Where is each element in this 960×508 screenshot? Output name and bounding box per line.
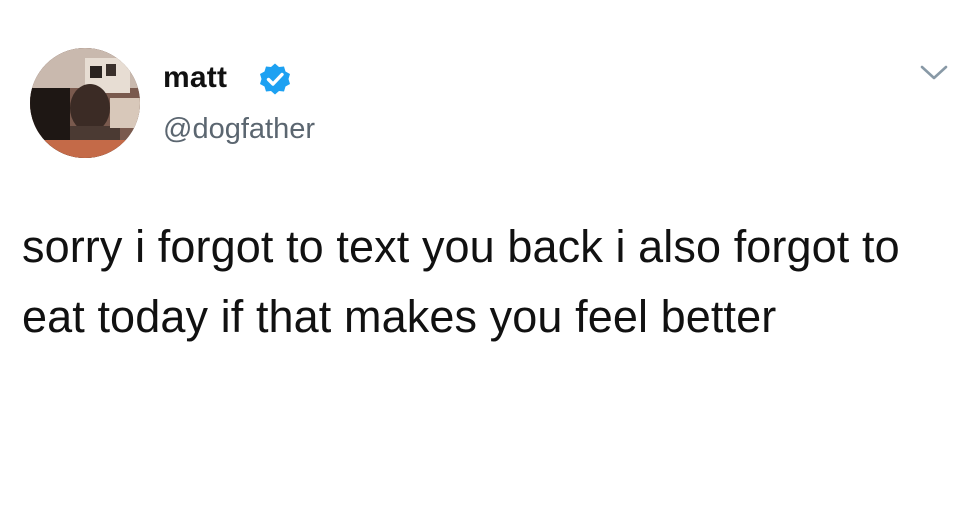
display-name[interactable]: matt: [163, 60, 227, 96]
chevron-down-icon[interactable]: [919, 62, 949, 84]
user-handle[interactable]: @dogfather: [163, 112, 315, 146]
tweet-text: sorry i forgot to text you back i also f…: [22, 221, 900, 342]
verified-badge-icon: [260, 63, 290, 95]
tweet-card: matt @dogfather sorry i forgot to text y…: [0, 0, 960, 508]
avatar-photo: [30, 48, 140, 158]
avatar[interactable]: [30, 48, 140, 158]
